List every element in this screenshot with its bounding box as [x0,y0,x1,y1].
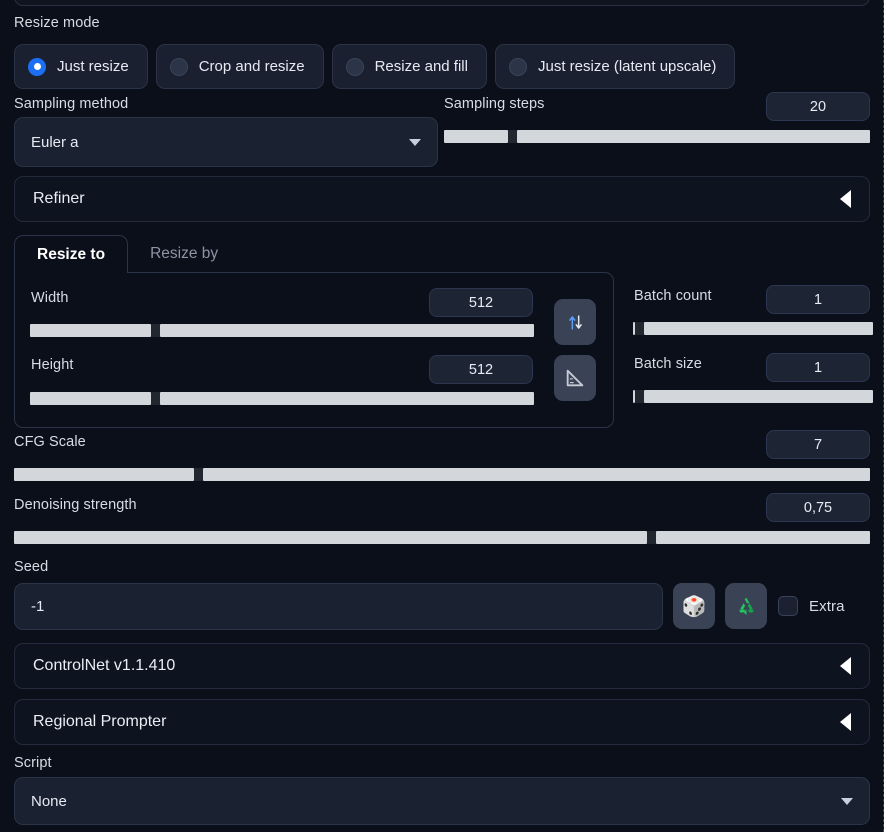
resize-mode-option-label: Just resize (latent upscale) [537,58,717,75]
denoising-strength-input[interactable]: 0,75 [766,493,870,522]
resize-mode-option-label: Resize and fill [374,58,468,75]
slider-fill [30,392,151,405]
controlnet-accordion[interactable]: ControlNet v1.1.410 [14,643,870,689]
dice-icon: 🎲 [681,595,707,618]
slider-fill [444,130,508,143]
script-dropdown[interactable]: None [14,777,870,825]
resize-mode-option-just-resize[interactable]: Just resize [14,44,148,89]
slider-thumb[interactable] [150,324,160,337]
chevron-down-icon[interactable] [409,138,421,146]
seed-label: Seed [14,559,49,575]
random-seed-button[interactable]: 🎲 [673,583,715,629]
slider-track [159,324,534,337]
slider-track [644,322,873,335]
cfg-scale-slider[interactable] [14,468,870,481]
swap-vertical-icon [568,314,582,330]
refiner-accordion[interactable]: Refiner [14,176,870,222]
clipped-container-above [14,0,870,6]
batch-size-input[interactable]: 1 [766,353,870,382]
triangle-ruler-icon [566,369,584,387]
slider-fill [14,468,194,481]
sampling-method-label: Sampling method [14,96,129,112]
resize-mode-radio-group[interactable]: Just resize Crop and resize Resize and f… [14,44,736,89]
width-label: Width [31,290,69,306]
slider-thumb[interactable] [150,392,160,405]
radio-icon[interactable] [508,57,527,76]
sampling-method-dropdown[interactable]: Euler a [14,117,438,167]
height-input[interactable]: 512 [429,355,533,384]
cfg-scale-input[interactable]: 7 [766,430,870,459]
recycle-icon [738,597,754,615]
caret-left-icon[interactable] [840,657,851,675]
resize-tabbar[interactable]: Resize to Resize by [14,234,614,273]
height-label: Height [31,357,74,373]
caret-left-icon[interactable] [840,190,851,208]
radio-icon[interactable] [169,57,188,76]
slider-thumb[interactable] [193,468,203,481]
slider-thumb[interactable] [507,130,517,143]
batch-count-input[interactable]: 1 [766,285,870,314]
resize-mode-option-label: Crop and resize [198,58,305,75]
batch-count-label: Batch count [634,288,712,304]
slider-track [159,392,534,405]
script-label: Script [14,755,52,771]
denoising-strength-label: Denoising strength [14,497,137,513]
resize-mode-option-crop-and-resize[interactable]: Crop and resize [155,44,324,89]
resize-mode-option-label: Just resize [57,58,129,75]
denoising-strength-slider[interactable] [14,531,870,544]
width-slider[interactable] [30,324,534,337]
resize-mode-option-resize-and-fill[interactable]: Resize and fill [331,44,487,89]
img2img-settings-panel: Resize mode Just resize Crop and resize … [0,0,884,832]
detect-image-size-button[interactable] [554,355,596,401]
resize-mode-option-just-resize-latent-upscale[interactable]: Just resize (latent upscale) [494,44,736,89]
extra-label: Extra [809,598,845,615]
slider-thumb[interactable] [635,322,645,335]
sampling-steps-input[interactable]: 20 [766,92,870,121]
sampling-method-value: Euler a [31,133,79,151]
slider-track [656,531,870,544]
radio-icon[interactable] [345,57,364,76]
resize-mode-label: Resize mode [14,15,100,31]
refiner-title: Refiner [33,190,85,207]
batch-size-label: Batch size [634,356,702,372]
slider-thumb[interactable] [635,390,645,403]
width-input[interactable]: 512 [429,288,533,317]
seed-input[interactable]: -1 [14,583,663,630]
sampling-steps-slider[interactable] [444,130,870,143]
regional-prompter-accordion[interactable]: Regional Prompter [14,699,870,745]
height-slider[interactable] [30,392,534,405]
slider-fill [30,324,151,337]
slider-track [202,468,870,481]
sampling-steps-label: Sampling steps [444,96,545,112]
slider-track [644,390,873,403]
script-value: None [31,792,67,810]
batch-count-slider[interactable] [633,322,873,335]
radio-icon[interactable] [28,57,46,76]
caret-left-icon[interactable] [840,713,851,731]
controlnet-title: ControlNet v1.1.410 [33,657,176,674]
tab-resize-by[interactable]: Resize by [128,245,240,273]
slider-track [516,130,870,143]
slider-fill [14,531,648,544]
slider-thumb[interactable] [647,531,657,544]
swap-dimensions-button[interactable] [554,299,596,345]
batch-size-slider[interactable] [633,390,873,403]
chevron-down-icon[interactable] [841,797,853,805]
regional-prompter-title: Regional Prompter [33,713,167,730]
cfg-scale-label: CFG Scale [14,434,86,450]
extra-checkbox[interactable] [778,596,798,616]
reuse-seed-button[interactable] [725,583,767,629]
tab-resize-to[interactable]: Resize to [14,235,129,273]
